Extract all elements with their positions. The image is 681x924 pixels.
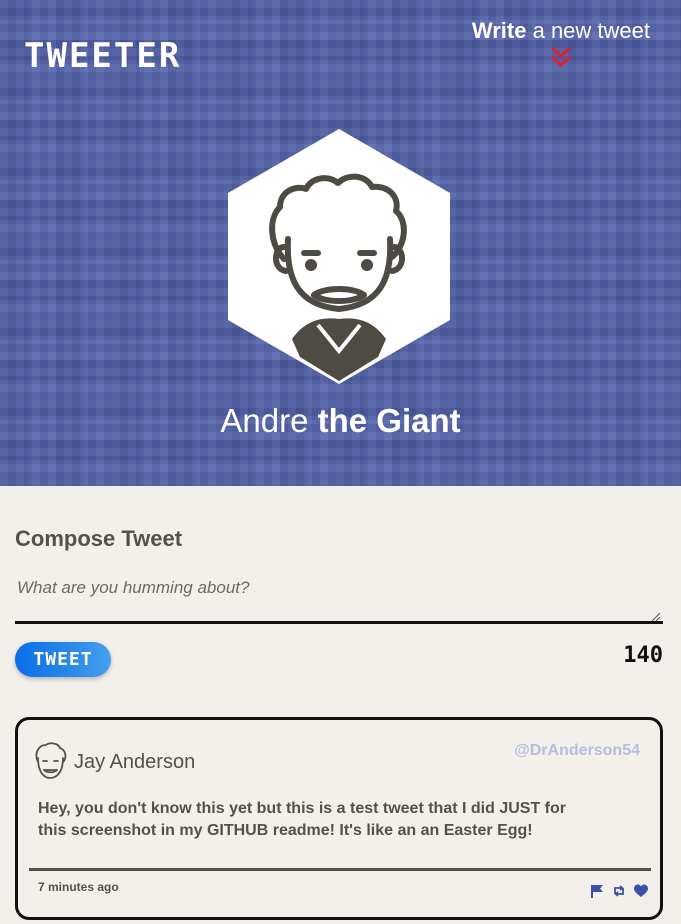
write-new-tweet-link[interactable]: Write a new tweet (472, 18, 650, 44)
resize-grip-icon[interactable] (651, 612, 661, 622)
user-avatar-icon (35, 742, 67, 779)
profile-name: Andre the Giant (0, 402, 681, 440)
tweet-textarea[interactable] (15, 572, 663, 624)
tweet-author-name: Jay Anderson (74, 751, 196, 773)
heart-icon[interactable] (634, 883, 648, 897)
profile-avatar (228, 129, 450, 384)
tweet-divider (29, 868, 651, 871)
compose-title: Compose Tweet (15, 526, 183, 551)
profile-header: TWEETER Write a new tweet Andre the Gian… (0, 0, 681, 486)
app-logo: TWEETER (24, 36, 182, 76)
flag-icon[interactable] (590, 883, 604, 898)
tweet-author-handle: @DrAnderson54 (514, 742, 640, 759)
profile-name-bold: the Giant (317, 402, 461, 439)
double-chevron-down-icon[interactable] (549, 46, 573, 68)
tweet-timestamp: 7 minutes ago (38, 880, 119, 894)
write-link-rest[interactable]: a new tweet (533, 18, 650, 43)
retweet-icon[interactable] (612, 883, 626, 897)
tweet-button[interactable]: TWEET (15, 642, 111, 677)
tweet-card: Jay Anderson @DrAnderson54 Hey, you don'… (15, 717, 663, 920)
tweet-text: Hey, you don't know this yet but this is… (38, 800, 566, 839)
character-counter: 140 (623, 643, 663, 668)
tweet-actions (590, 883, 648, 898)
profile-first-name: Andre (220, 402, 309, 439)
write-link-bold: Write (471, 18, 527, 43)
